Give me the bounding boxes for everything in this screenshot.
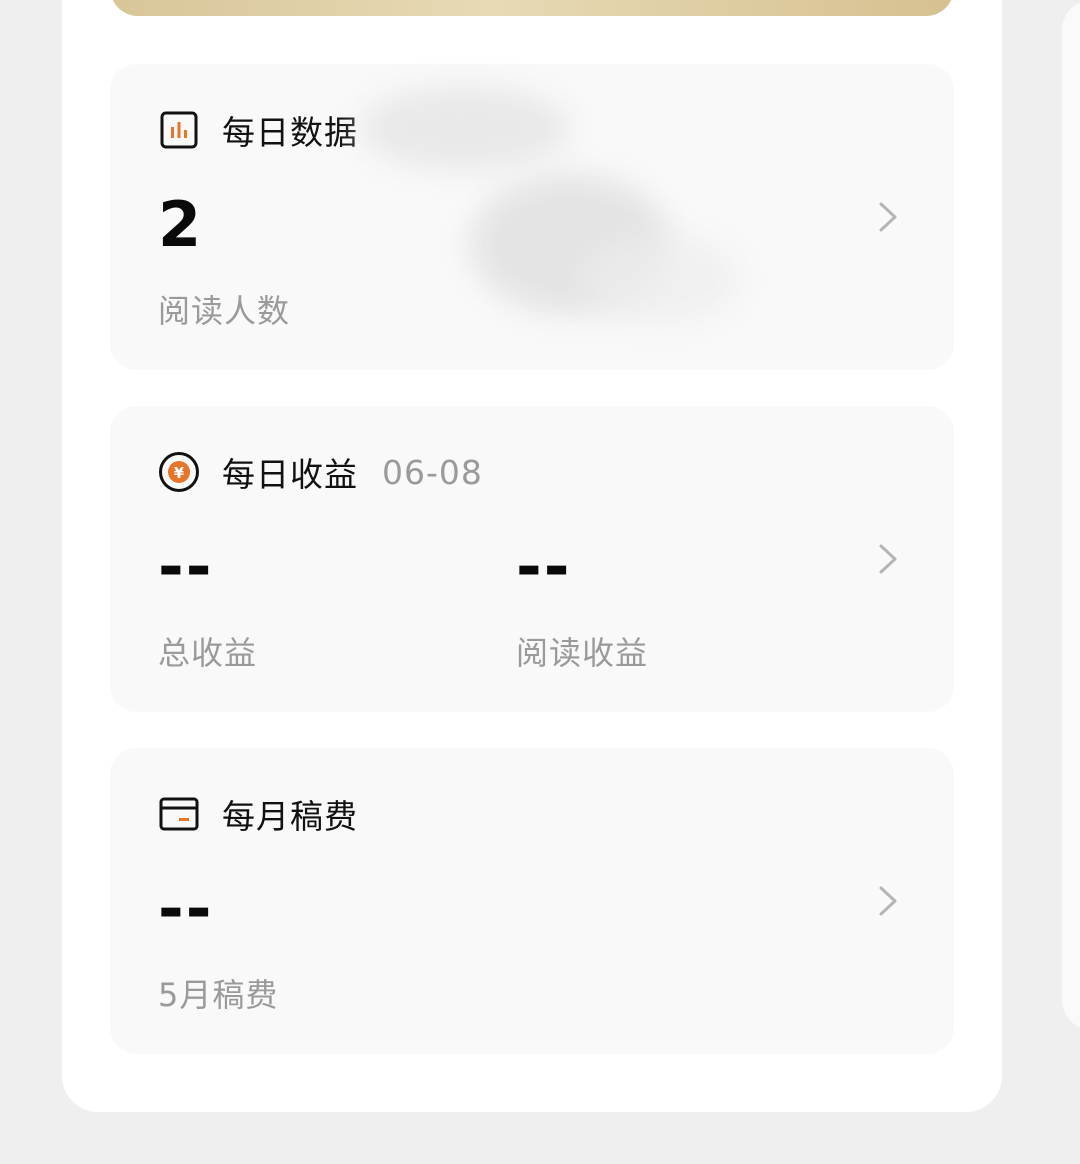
- reading-income-label: 阅读收益: [516, 634, 649, 672]
- screen: 每日数据 2 阅读人数 ¥ 每日收益 06-08 -- 总收益 -- 阅读收益 …: [0, 0, 1080, 1164]
- reading-income-stat: -- 阅读收益: [516, 536, 648, 674]
- total-income-stat: -- 总收益: [158, 536, 257, 674]
- blur-mask: [470, 174, 670, 314]
- readers-count: 2: [158, 188, 202, 261]
- readers-stat: 2 阅读人数: [158, 194, 290, 332]
- total-income-label: 总收益: [158, 634, 258, 672]
- may-fee-stat: -- 5月稿费: [158, 878, 278, 1016]
- readers-label: 阅读人数: [158, 292, 291, 330]
- svg-text:¥: ¥: [174, 464, 185, 482]
- bar-chart-icon: [158, 109, 200, 151]
- card-title: 每日收益: [222, 455, 358, 494]
- chevron-right-icon[interactable]: [876, 884, 900, 918]
- card-title: 每日数据: [222, 113, 358, 152]
- daily-income-card[interactable]: ¥ 每日收益 06-08 -- 总收益 -- 阅读收益: [110, 406, 954, 712]
- card-header: 每月稿费: [158, 792, 358, 836]
- blur-mask: [580, 234, 740, 324]
- reading-income-value: --: [516, 530, 572, 603]
- total-income-value: --: [158, 530, 214, 603]
- yuan-coin-icon: ¥: [158, 451, 200, 493]
- daily-data-card[interactable]: 每日数据 2 阅读人数: [110, 64, 954, 370]
- may-fee-value: --: [158, 872, 214, 945]
- top-banner: [110, 0, 954, 16]
- chevron-right-icon[interactable]: [876, 200, 900, 234]
- monthly-fee-card[interactable]: 每月稿费 -- 5月稿费: [110, 748, 954, 1054]
- adjacent-card-edge: [1062, 0, 1080, 1030]
- blur-mask: [360, 86, 570, 170]
- card-header: 每日数据: [158, 108, 358, 152]
- wallet-icon: [158, 793, 200, 835]
- income-date: 06-08: [382, 452, 483, 492]
- chevron-right-icon[interactable]: [876, 542, 900, 576]
- may-fee-label: 5月稿费: [158, 976, 279, 1014]
- card-header: ¥ 每日收益 06-08: [158, 450, 483, 494]
- card-title: 每月稿费: [222, 797, 358, 836]
